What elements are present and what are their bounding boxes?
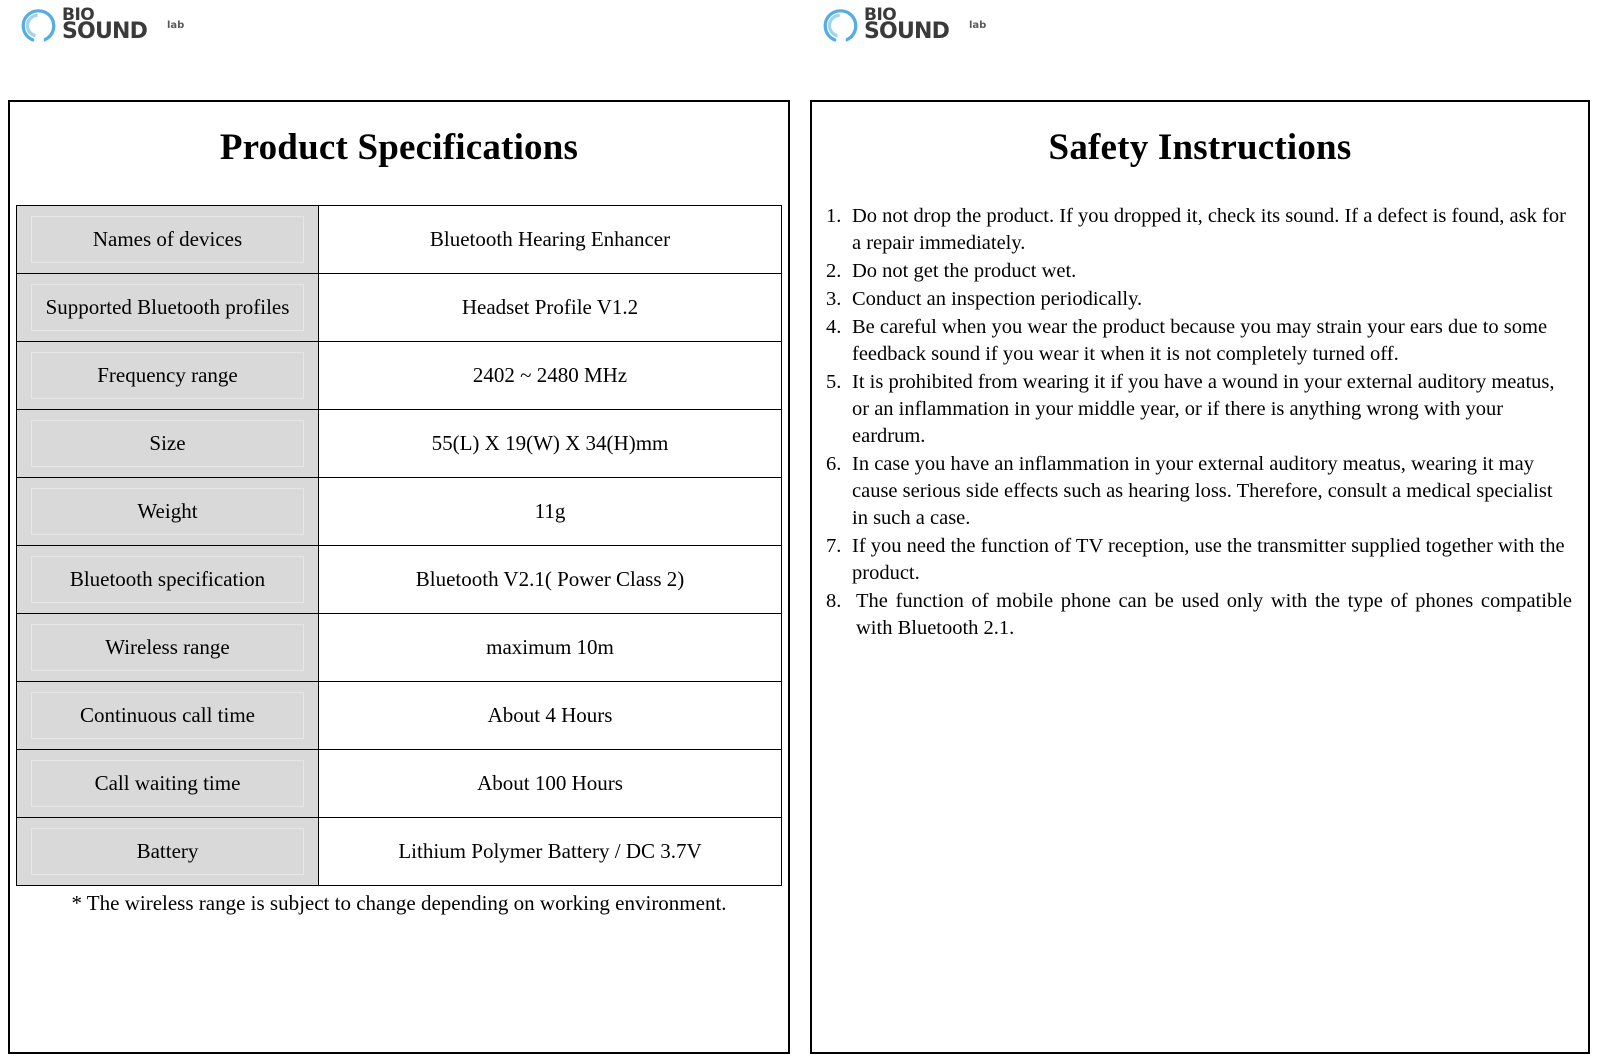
safety-instructions-list: 1. Do not drop the product. If you dropp… (826, 203, 1572, 643)
spec-label-text: Call waiting time (94, 770, 241, 795)
brand-word-lab: lab (969, 20, 987, 31)
list-item-text: Conduct an inspection periodically. (852, 287, 1143, 310)
spec-value-cell: Bluetooth V2.1( Power Class 2) (318, 544, 782, 614)
list-item-number: 5. (826, 370, 842, 393)
list-item-text: In case you have an inflammation in your… (852, 453, 1553, 530)
list-item-number: 7. (826, 535, 842, 558)
brand-word-sound: SOUND (62, 19, 148, 44)
table-row: Bluetooth specification Bluetooth V2.1( … (16, 544, 782, 614)
spec-value-cell: 2402 ~ 2480 MHz (318, 340, 782, 410)
spec-label-text: Wireless range (105, 634, 230, 659)
spec-value-cell: About 100 Hours (318, 748, 782, 818)
spec-label-cell: Battery (16, 816, 319, 886)
list-item-text: It is prohibited from wearing it if you … (852, 370, 1555, 448)
spec-label-text: Bluetooth specification (69, 566, 266, 591)
wireless-range-footnote: * The wireless range is subject to chang… (71, 890, 727, 915)
table-row: Supported Bluetooth profiles Headset Pro… (16, 272, 782, 342)
list-item-number: 1. (826, 204, 842, 227)
spec-label-cell: Frequency range (16, 340, 319, 410)
list-item-text: Do not drop the product. If you dropped … (852, 204, 1566, 254)
table-row: Names of devices Bluetooth Hearing Enhan… (16, 204, 782, 274)
spec-label-text: Battery (136, 838, 199, 863)
list-item: 6. In case you have an inflammation in y… (826, 451, 1572, 532)
spec-label-text: Weight (137, 498, 198, 523)
spec-label-cell: Supported Bluetooth profiles (16, 272, 319, 342)
list-item: 2. Do not get the product wet. (826, 258, 1572, 285)
safety-instructions-panel: Safety Instructions 1. Do not drop the p… (810, 100, 1590, 1054)
spec-value-cell: Headset Profile V1.2 (318, 272, 782, 342)
list-item-number: 8. (826, 590, 842, 613)
spec-label-cell: Weight (16, 476, 319, 546)
brand-logo-left: BIO SOUND lab (18, 6, 192, 52)
spec-label-cell: Size (16, 408, 319, 478)
table-row: Frequency range 2402 ~ 2480 MHz (16, 340, 782, 410)
table-row: Size 55(L) X 19(W) X 34(H)mm (16, 408, 782, 478)
list-item-number: 6. (826, 453, 842, 476)
list-item: 8. The function of mobile phone can be u… (826, 588, 1572, 642)
spec-value-cell: maximum 10m (318, 612, 782, 682)
list-item-number: 4. (826, 315, 842, 338)
bio-sound-ear-mark-icon (823, 9, 858, 42)
table-row: Call waiting time About 100 Hours (16, 748, 782, 818)
brand-word-sound: SOUND (864, 19, 950, 44)
list-item: 3. Conduct an inspection periodically. (826, 286, 1572, 313)
list-item: 7. If you need the function of TV recept… (826, 533, 1572, 587)
brand-word-lab: lab (167, 20, 185, 31)
spec-value-cell: Bluetooth Hearing Enhancer (318, 204, 782, 274)
spec-value-cell: 11g (318, 476, 782, 546)
spec-label-cell: Wireless range (16, 612, 319, 682)
brand-wordmark: BIO SOUND lab (864, 6, 994, 50)
spec-label-cell: Names of devices (16, 204, 319, 274)
brand-wordmark: BIO SOUND lab (62, 6, 192, 50)
spec-label-cell: Bluetooth specification (16, 544, 319, 614)
list-item-number: 3. (826, 287, 842, 310)
list-item: 5. It is prohibited from wearing it if y… (826, 369, 1572, 450)
product-specifications-title: Product Specifications (219, 127, 579, 168)
specifications-table-body: Names of devices Bluetooth Hearing Enhan… (16, 204, 782, 886)
brand-logo-right: BIO SOUND lab (820, 6, 994, 52)
spec-label-text: Continuous call time (80, 702, 255, 727)
specifications-table: Names of devices Bluetooth Hearing Enhan… (16, 204, 782, 886)
spec-value-cell: Lithium Polymer Battery / DC 3.7V (318, 816, 782, 886)
list-item: 4. Be careful when you wear the product … (826, 314, 1572, 368)
safety-instructions-title: Safety Instructions (1048, 127, 1352, 168)
list-item-text: The function of mobile phone can be used… (856, 590, 1572, 640)
list-item-text: If you need the function of TV reception… (852, 535, 1565, 585)
spec-value-cell: About 4 Hours (318, 680, 782, 750)
spec-label-cell: Continuous call time (16, 680, 319, 750)
list-item-text: Do not get the product wet. (852, 259, 1077, 282)
bio-sound-ear-mark-icon (21, 9, 56, 42)
spec-label-text: Frequency range (97, 362, 238, 387)
table-row: Wireless range maximum 10m (16, 612, 782, 682)
list-item: 1. Do not drop the product. If you dropp… (826, 203, 1572, 257)
table-row: Continuous call time About 4 Hours (16, 680, 782, 750)
list-item-number: 2. (826, 259, 842, 282)
table-row: Weight 11g (16, 476, 782, 546)
spec-label-text: Size (149, 430, 186, 455)
spec-label-cell: Call waiting time (16, 748, 319, 818)
product-specifications-panel: Product Specifications Names of devices … (8, 100, 790, 1054)
specifications-table-wrapper: Names of devices Bluetooth Hearing Enhan… (16, 204, 782, 886)
list-item-text: Be careful when you wear the product bec… (852, 315, 1548, 365)
spec-value-cell: 55(L) X 19(W) X 34(H)mm (318, 408, 782, 478)
spec-label-text: Names of devices (92, 226, 243, 251)
table-row: Battery Lithium Polymer Battery / DC 3.7… (16, 816, 782, 886)
spec-label-text: Supported Bluetooth profiles (45, 294, 290, 319)
